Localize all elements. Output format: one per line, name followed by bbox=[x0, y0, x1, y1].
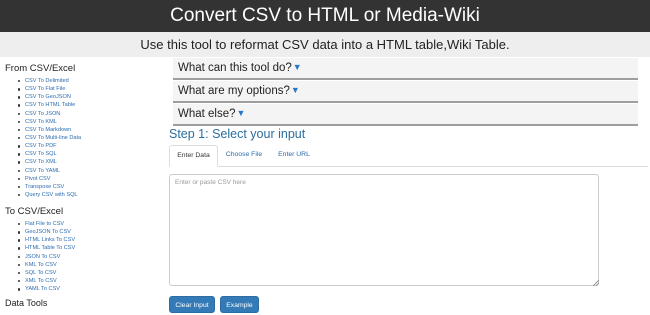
sidebar-link[interactable]: HTML Links To CSV bbox=[0, 236, 75, 244]
example-button[interactable]: Example bbox=[220, 296, 259, 313]
sidebar-link[interactable]: CSV To JSON bbox=[0, 110, 81, 118]
chevron-down-icon: ▼ bbox=[290, 85, 300, 95]
accordion-what-are-my-options[interactable]: What are my options?▼ bbox=[173, 81, 638, 103]
sidebar-link[interactable]: CSV To Delimited bbox=[0, 77, 81, 85]
accordion-label: What are my options? bbox=[178, 85, 290, 97]
chevron-down-icon: ▼ bbox=[292, 62, 302, 72]
sidebar-link[interactable]: KML To CSV bbox=[0, 261, 75, 269]
sidebar-link[interactable]: SQL To CSV bbox=[0, 269, 75, 277]
sidebar-link[interactable]: YAML To CSV bbox=[0, 285, 75, 293]
resize-handle[interactable] bbox=[593, 280, 599, 286]
sidebar-from-title: From CSV/Excel bbox=[5, 63, 76, 74]
chevron-down-icon: ▼ bbox=[236, 108, 246, 118]
sidebar: From CSV/Excel CSV To Delimited CSV To Fl… bbox=[0, 57, 165, 315]
sidebar-link[interactable]: JSON To CSV bbox=[0, 253, 75, 261]
clear-input-button[interactable]: Clear Input bbox=[169, 296, 215, 313]
page-title: Convert CSV to HTML or Media-Wiki bbox=[0, 0, 650, 32]
sidebar-link[interactable]: Flat File to CSV bbox=[0, 220, 75, 228]
tab-enter-url[interactable]: Enter URL bbox=[272, 145, 316, 165]
sidebar-link[interactable]: CSV To SQL bbox=[0, 150, 81, 158]
sidebar-link[interactable]: CSV To Multi-line Data bbox=[0, 134, 81, 142]
csv-input[interactable] bbox=[169, 174, 599, 286]
sidebar-link[interactable]: CSV To PDF bbox=[0, 142, 81, 150]
sidebar-to-title: To CSV/Excel bbox=[5, 206, 64, 217]
sidebar-link[interactable]: CSV To KML bbox=[0, 118, 81, 126]
sidebar-link[interactable]: Query CSV with SQL bbox=[0, 191, 81, 199]
sidebar-link[interactable]: CSV To Flat File bbox=[0, 85, 81, 93]
sidebar-link[interactable]: CSV To YAML bbox=[0, 167, 81, 175]
sidebar-link[interactable]: CSV To GeoJSON bbox=[0, 93, 81, 101]
step1-title: Step 1: Select your input bbox=[169, 127, 306, 141]
accordion-label: What can this tool do? bbox=[178, 62, 292, 74]
sidebar-link[interactable]: CSV To Markdown bbox=[0, 126, 81, 134]
sidebar-link[interactable]: CSV To XML bbox=[0, 158, 81, 166]
page-subtitle: Use this tool to reformat CSV data into … bbox=[0, 32, 650, 57]
sidebar-link[interactable]: Pivot CSV bbox=[0, 175, 81, 183]
sidebar-link[interactable]: Transpose CSV bbox=[0, 183, 81, 191]
sidebar-link[interactable]: HTML Table To CSV bbox=[0, 244, 75, 252]
from-csv-link-list: CSV To Delimited CSV To Flat File CSV To G… bbox=[0, 77, 81, 199]
tab-enter-data[interactable]: Enter Data bbox=[169, 145, 218, 167]
sidebar-link[interactable]: GeoJSON To CSV bbox=[0, 228, 75, 236]
accordion-what-else[interactable]: What else?▼ bbox=[173, 104, 638, 126]
sidebar-link[interactable]: XML To CSV bbox=[0, 277, 75, 285]
sidebar-data-tools-title: Data Tools bbox=[5, 298, 48, 308]
accordion-what-can-this-tool-do[interactable]: What can this tool do?▼ bbox=[173, 58, 638, 80]
to-csv-link-list: Flat File to CSV GeoJSON To CSV HTML Links… bbox=[0, 220, 75, 293]
tab-choose-file[interactable]: Choose File bbox=[219, 145, 269, 165]
sidebar-link[interactable]: CSV To HTML Table bbox=[0, 101, 81, 109]
accordion-label: What else? bbox=[178, 108, 236, 120]
input-tabs: Enter Data Choose File Enter URL bbox=[169, 145, 648, 167]
